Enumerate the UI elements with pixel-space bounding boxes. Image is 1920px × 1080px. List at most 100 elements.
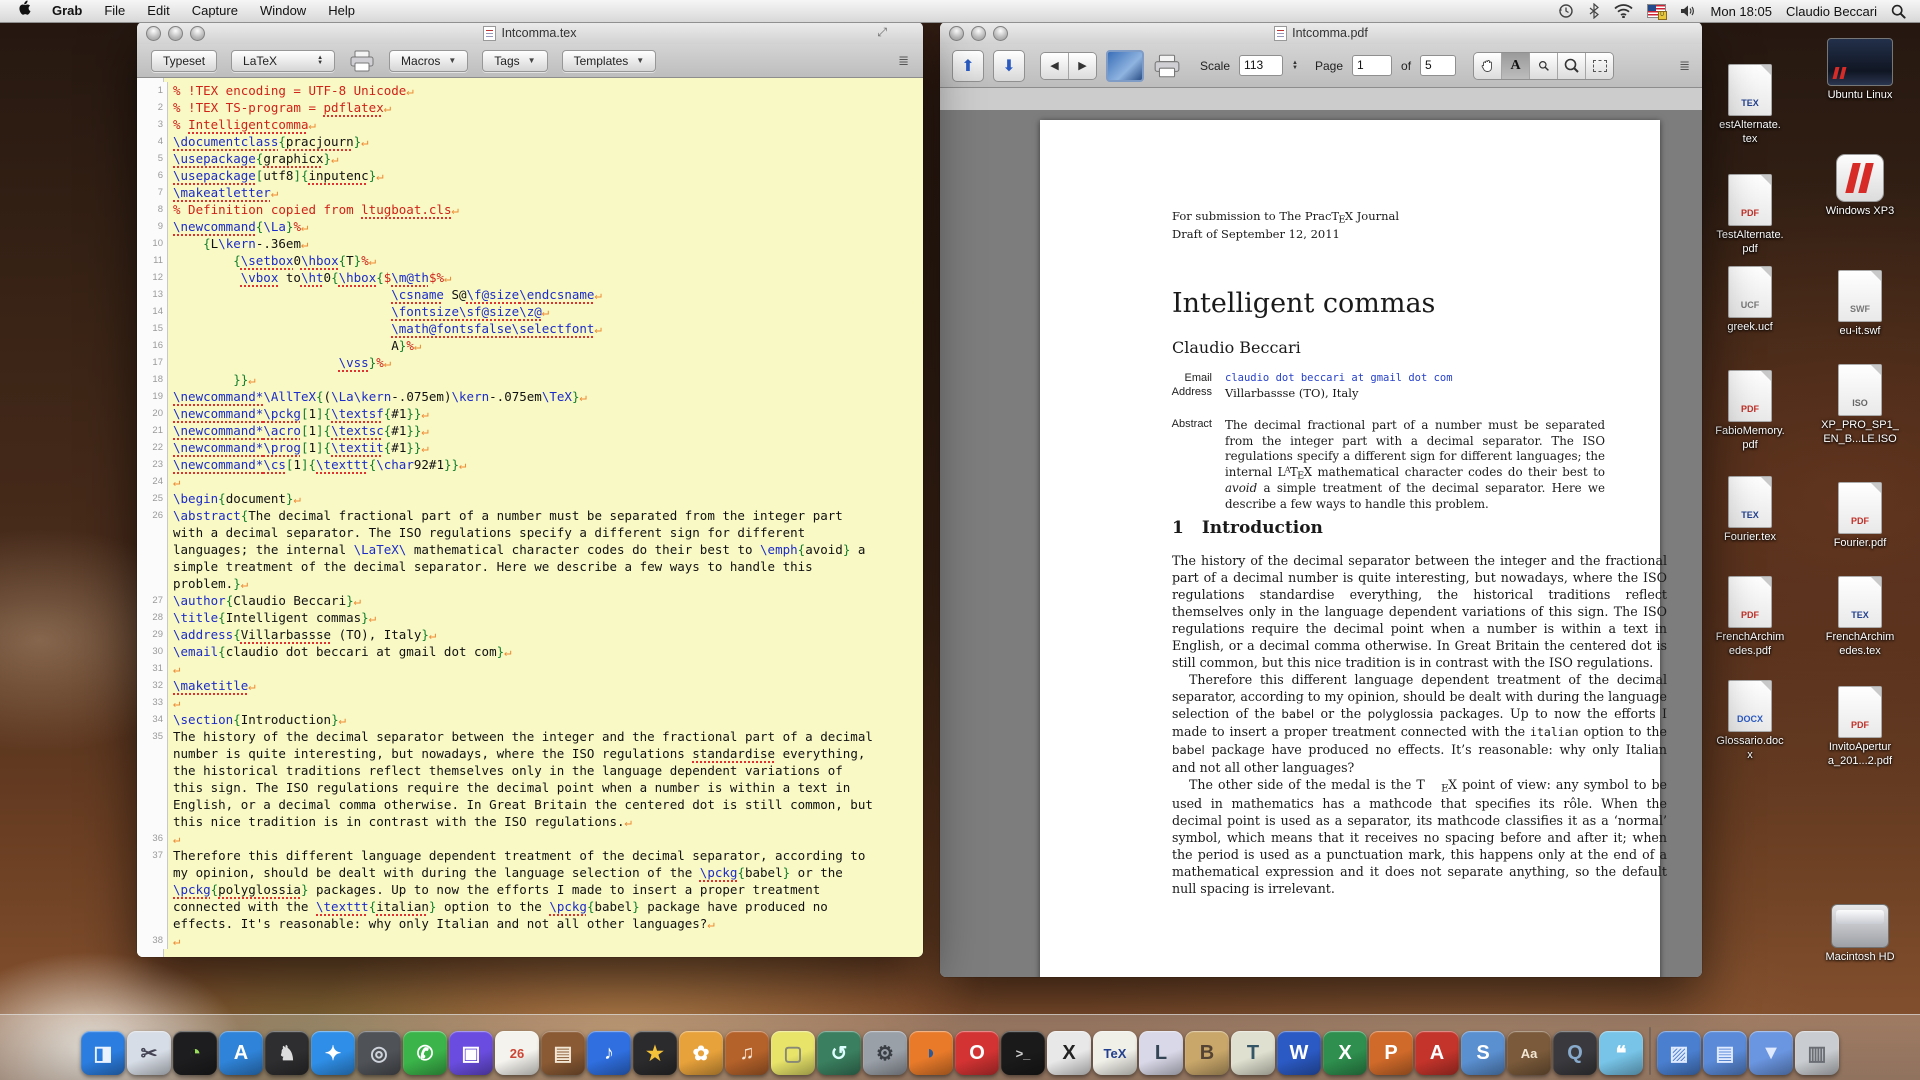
dock-item-system-preferences[interactable]: ⚙ (863, 1031, 907, 1075)
dock-item-word[interactable]: W (1277, 1031, 1321, 1075)
source-line[interactable]: 2% !TEX TS-program = pdflatex↵ (137, 99, 923, 116)
source-line[interactable]: 14 \fontsize\sf@size\z@↵ (137, 303, 923, 320)
source-line[interactable]: English, or a decimal comma otherwise. I… (137, 796, 923, 813)
source-line[interactable]: 24↵ (137, 473, 923, 490)
desktop-icon[interactable]: DOCX Glossario.doc x (1702, 680, 1798, 762)
tags-menu[interactable]: Tags▼ (482, 50, 547, 72)
text-select-tool[interactable]: A (1502, 53, 1530, 79)
macros-menu[interactable]: Macros▼ (389, 50, 468, 72)
dock-item-texshop[interactable]: TeX (1093, 1031, 1137, 1075)
source-line[interactable]: 38↵ (137, 932, 923, 949)
source-line[interactable]: 12 \vbox to\ht0{\hbox{$\m@th$%↵ (137, 269, 923, 286)
desktop-icon[interactable]: PDF TestAlternate. pdf (1702, 174, 1798, 256)
dock-item-safari[interactable]: ✦ (311, 1031, 355, 1075)
desktop-icon[interactable]: PDF InvitoApertur a_201...2.pdf (1812, 686, 1908, 768)
source-line[interactable]: 23\newcommand*\cs[1]{\texttt{\char92#1}}… (137, 456, 923, 473)
dock-item-terminal[interactable]: >_ (1001, 1031, 1045, 1075)
zoom-button[interactable] (190, 26, 205, 41)
dock-item-powerpoint[interactable]: P (1369, 1031, 1413, 1075)
source-line[interactable]: 11 {\setbox0\hbox{T}%↵ (137, 252, 923, 269)
menu-edit[interactable]: Edit (136, 3, 180, 18)
dock-item-photo-booth[interactable]: ▣ (449, 1031, 493, 1075)
source-line[interactable]: 8% Definition copied from ltugboat.cls↵ (137, 201, 923, 218)
source-line[interactable]: 34\section{Introduction}↵ (137, 711, 923, 728)
menu-file[interactable]: File (93, 3, 136, 18)
source-line[interactable]: 6\usepackage[utf8]{inputenc}↵ (137, 167, 923, 184)
source-line[interactable]: 13 \csname S@\f@size\endcsname↵ (137, 286, 923, 303)
source-line[interactable]: 25\begin{document}↵ (137, 490, 923, 507)
dock-item-itunes[interactable]: ♪ (587, 1031, 631, 1075)
close-button[interactable] (949, 26, 964, 41)
source-line[interactable]: 10 {L\kern-.36em↵ (137, 235, 923, 252)
dock-item-latexit[interactable]: L (1139, 1031, 1183, 1075)
select-rectangle-tool[interactable] (1586, 53, 1613, 79)
input-source-flag-icon[interactable] (1647, 4, 1666, 18)
dock-item-documents-folder[interactable]: ▤ (1703, 1031, 1747, 1075)
dock-item-finder[interactable]: ◨ (81, 1031, 125, 1075)
minimize-button[interactable] (168, 26, 183, 41)
time-machine-icon[interactable] (1558, 3, 1574, 19)
menubar-clock[interactable]: Mon 18:05 (1711, 4, 1772, 19)
dock-item-time-machine[interactable]: ↺ (817, 1031, 861, 1075)
source-line[interactable]: number is quite interesting, but nowaday… (137, 745, 923, 762)
dock-item-garageband[interactable]: ♫ (725, 1031, 769, 1075)
previous-page-button[interactable]: ⬆ (952, 50, 984, 82)
desktop-icon[interactable]: TEX Fourier.tex (1702, 476, 1798, 545)
dock-item-chess[interactable]: ♞ (265, 1031, 309, 1075)
menu-capture[interactable]: Capture (181, 3, 249, 18)
minimize-button[interactable] (971, 26, 986, 41)
dock-item-bibdesk[interactable]: B (1185, 1031, 1229, 1075)
dock-item-facetime[interactable]: ✆ (403, 1031, 447, 1075)
source-line[interactable]: the historical traditions reflect themse… (137, 762, 923, 779)
engine-select[interactable]: LaTeX ▲▼ (231, 50, 335, 72)
desktop-icon[interactable]: UCF greek.ucf (1702, 266, 1798, 335)
source-line[interactable]: effects. It's reasonable: why only Itali… (137, 915, 923, 932)
page-input[interactable]: 1 (1352, 55, 1392, 76)
bluetooth-icon[interactable] (1588, 3, 1600, 19)
desktop-icon[interactable]: SWF eu-it.swf (1812, 270, 1908, 339)
dock-item-dashboard[interactable]: ◔ (173, 1031, 217, 1075)
dock-item-ichat[interactable]: ❝ (1599, 1031, 1643, 1075)
source-line[interactable]: 30\email{claudio dot beccari at gmail do… (137, 643, 923, 660)
source-line[interactable]: 1% !TEX encoding = UTF-8 Unicode↵ (137, 82, 923, 99)
source-line[interactable]: 22\newcommand*\prog[1]{\textit{#1}}↵ (137, 439, 923, 456)
source-line[interactable]: 37Therefore this different language depe… (137, 847, 923, 864)
source-line[interactable]: 31↵ (137, 660, 923, 677)
desktop-icon[interactable]: PDF FabioMemory. pdf (1702, 370, 1798, 452)
source-line[interactable]: this sign. The ISO regulations require t… (137, 779, 923, 796)
dock-item-trash[interactable]: ▥ (1795, 1031, 1839, 1075)
sidebar-drawer-icon[interactable]: ≣ (1679, 58, 1690, 74)
dock-item-iphoto[interactable]: ✿ (679, 1031, 723, 1075)
source-line[interactable]: my opinion, should be dealt with during … (137, 864, 923, 881)
source-line[interactable]: with a decimal separator. The ISO regula… (137, 524, 923, 541)
forward-button[interactable]: ▶ (1069, 53, 1096, 79)
zoom-button[interactable] (993, 26, 1008, 41)
source-line[interactable]: simple treatment of the decimal separato… (137, 558, 923, 575)
source-line[interactable]: languages; the internal \LaTeX\ mathemat… (137, 541, 923, 558)
menu-window[interactable]: Window (249, 3, 317, 18)
menubar-user[interactable]: Claudio Beccari (1786, 4, 1877, 19)
source-line[interactable]: 18 }}↵ (137, 371, 923, 388)
dock-item-applications-folder[interactable]: ▨ (1657, 1031, 1701, 1075)
dock-item-firefox[interactable]: ◗ (909, 1031, 953, 1075)
templates-menu[interactable]: Templates▼ (562, 50, 657, 72)
scale-stepper[interactable]: ▲▼ (1292, 61, 1298, 71)
pdf-titlebar[interactable]: Intcomma.pdf (940, 22, 1702, 44)
apple-menu[interactable] (12, 0, 39, 22)
desktop-icon[interactable]: Windows XP3 (1812, 150, 1908, 219)
dock-item-texworks[interactable]: T (1231, 1031, 1275, 1075)
pages-total-field[interactable]: 5 (1420, 55, 1456, 76)
source-line[interactable]: problem.}↵ (137, 575, 923, 592)
dock-item-excel[interactable]: X (1323, 1031, 1367, 1075)
source-line[interactable]: 9\newcommand{\La}%↵ (137, 218, 923, 235)
dock-item-acrobat-reader[interactable]: A (1415, 1031, 1459, 1075)
source-line[interactable]: 16 A}%↵ (137, 337, 923, 354)
dock-item-dvd-player[interactable]: ◎ (357, 1031, 401, 1075)
dock-item-address-book[interactable]: ▤ (541, 1031, 585, 1075)
desktop-icon[interactable]: PDF FrenchArchim edes.pdf (1702, 576, 1798, 658)
source-line[interactable]: 5\usepackage{graphicx}↵ (137, 150, 923, 167)
scale-input[interactable]: 113 (1239, 55, 1283, 76)
source-line[interactable]: 32\maketitle↵ (137, 677, 923, 694)
source-line[interactable]: 4\documentclass{pracjourn}↵ (137, 133, 923, 150)
print-icon[interactable] (1153, 54, 1181, 78)
